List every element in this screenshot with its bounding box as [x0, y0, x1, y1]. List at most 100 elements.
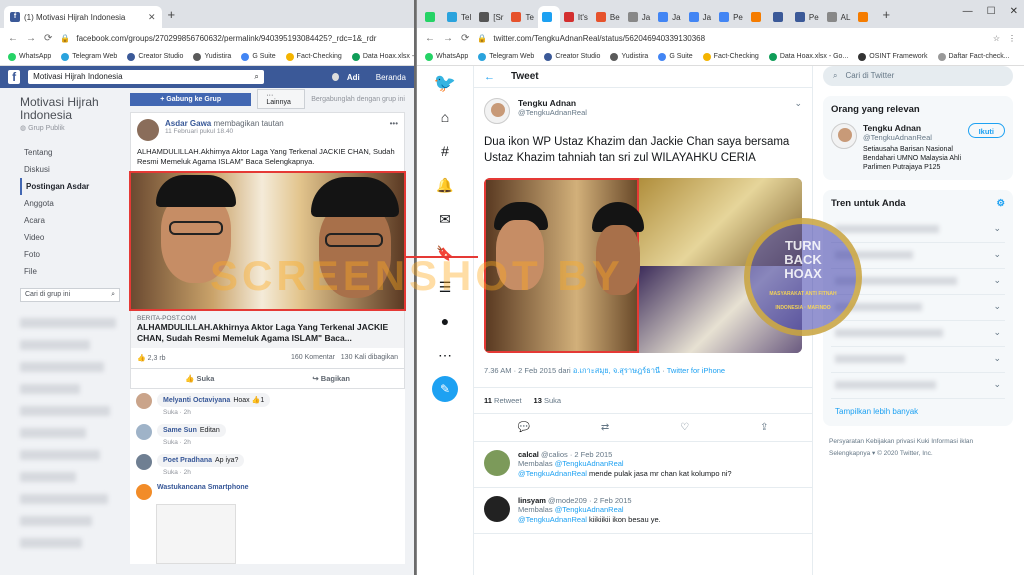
- browser-tab[interactable]: [421, 6, 443, 28]
- share-button[interactable]: ↪ Bagikan: [312, 374, 350, 383]
- browser-tab[interactable]: Te: [507, 6, 537, 28]
- forward-icon[interactable]: →: [26, 33, 36, 44]
- reply-handle[interactable]: @mode209 · 2 Feb 2015: [548, 496, 632, 505]
- bookmark-item[interactable]: Daftar Fact-check...: [937, 52, 1010, 61]
- like-button[interactable]: 👍 Suka: [185, 374, 214, 383]
- bookmark-item[interactable]: Data Hoax.xlsx - Go...: [351, 52, 414, 61]
- bookmark-item[interactable]: WhatsApp: [425, 52, 468, 61]
- reply-to-link[interactable]: @TengkuAdnanReal: [555, 459, 624, 468]
- trend-item[interactable]: ⌄: [831, 217, 1005, 243]
- bookmark-item[interactable]: Yudistira: [610, 52, 648, 61]
- back-icon[interactable]: ←: [425, 33, 435, 44]
- back-arrow-icon[interactable]: ←: [484, 71, 495, 83]
- more-button[interactable]: ··· Lainnya: [257, 89, 306, 109]
- chevron-down-icon[interactable]: ⌄: [794, 98, 802, 124]
- bookmark-item[interactable]: Fact-Checking: [285, 52, 342, 61]
- share-icon[interactable]: ⇪: [760, 422, 768, 433]
- browser-tab[interactable]: [769, 6, 791, 28]
- twitter-footer[interactable]: Persyaratan Kebijakan privasi Kuki Infor…: [823, 426, 1013, 470]
- browser-tab[interactable]: It's: [560, 6, 592, 28]
- bookmark-item[interactable]: Creator Studio: [127, 52, 183, 61]
- relevant-handle[interactable]: @TengkuAdnanReal: [863, 133, 962, 142]
- explore-icon[interactable]: #: [417, 134, 473, 168]
- browser-tab[interactable]: [747, 6, 769, 28]
- bookmark-item[interactable]: Yudistira: [193, 52, 231, 61]
- trend-item[interactable]: ⌄: [831, 373, 1005, 399]
- compose-tweet-button[interactable]: ✎: [432, 376, 458, 402]
- avatar[interactable]: [484, 496, 510, 522]
- group-menu-item[interactable]: Video: [20, 229, 120, 246]
- bookmark-item[interactable]: Creator Studio: [544, 52, 600, 61]
- commenter-name[interactable]: Same Sun: [163, 427, 197, 434]
- new-tab-button[interactable]: +: [162, 7, 182, 22]
- group-menu-item[interactable]: File: [20, 263, 120, 280]
- avatar[interactable]: [136, 484, 152, 500]
- search-icon[interactable]: ⌕: [111, 291, 115, 299]
- chevron-down-icon[interactable]: ⌄: [993, 353, 1001, 364]
- avatar[interactable]: [136, 424, 152, 440]
- back-icon[interactable]: ←: [8, 33, 18, 44]
- group-search-input[interactable]: Cari di grup ini ⌕: [20, 288, 120, 302]
- group-menu-item[interactable]: Diskusi: [20, 161, 120, 178]
- heart-icon[interactable]: ♡: [680, 422, 689, 433]
- post-image[interactable]: [129, 171, 406, 311]
- comment-meta[interactable]: Suka · 2h: [163, 439, 226, 446]
- search-icon[interactable]: ⌕: [254, 72, 258, 82]
- avatar[interactable]: [331, 73, 339, 81]
- chevron-down-icon[interactable]: ⌄: [993, 301, 1001, 312]
- minimize-icon[interactable]: —: [963, 6, 973, 17]
- mention-link[interactable]: @TengkuAdnanReal: [518, 469, 587, 478]
- bookmark-item[interactable]: G Suite: [241, 52, 276, 61]
- close-window-icon[interactable]: ✕: [1010, 6, 1018, 17]
- twitter-logo-icon[interactable]: 🐦: [417, 66, 473, 100]
- bookmark-item[interactable]: Fact-Checking: [702, 52, 759, 61]
- url-field[interactable]: 🔒 facebook.com/groups/270299856760632/per…: [60, 34, 406, 43]
- commenter-name[interactable]: Melyanti Octaviyana: [163, 397, 230, 404]
- twitter-search-input[interactable]: ⌕ Cari di Twitter: [823, 66, 1013, 86]
- retweet-icon[interactable]: ⇄: [601, 422, 609, 433]
- author-handle[interactable]: @TengkuAdnanReal: [518, 108, 587, 117]
- new-tab-button[interactable]: +: [876, 7, 896, 22]
- chevron-down-icon[interactable]: ⌄: [993, 275, 1001, 286]
- tab-facebook[interactable]: f (1) Motivasi Hijrah Indonesia ✕: [4, 6, 162, 28]
- retweet-count[interactable]: 11 Retweet: [484, 396, 522, 405]
- reload-icon[interactable]: ⟳: [461, 33, 469, 44]
- more-icon[interactable]: ⋯: [417, 338, 473, 372]
- chevron-down-icon[interactable]: ⌄: [993, 223, 1001, 234]
- trend-item[interactable]: ⌄: [831, 321, 1005, 347]
- bookmark-item[interactable]: Telegram Web: [478, 52, 534, 61]
- avatar[interactable]: [136, 393, 152, 409]
- group-menu-item[interactable]: Tentang: [20, 144, 120, 161]
- close-icon[interactable]: ✕: [148, 12, 156, 23]
- home-icon[interactable]: ⌂: [417, 100, 473, 134]
- browser-tab[interactable]: Tel: [443, 6, 475, 28]
- reply-author[interactable]: calcal: [518, 450, 539, 459]
- group-menu-item[interactable]: Acara: [20, 212, 120, 229]
- browser-tab[interactable]: Pe: [791, 6, 823, 28]
- like-count[interactable]: 13 Suka: [534, 396, 562, 405]
- trend-item[interactable]: ⌄: [831, 347, 1005, 373]
- author-name[interactable]: Tengku Adnan: [518, 98, 587, 108]
- facebook-logo-icon[interactable]: f: [8, 70, 21, 84]
- post-time[interactable]: 11 Februari pukul 18.40: [165, 128, 284, 135]
- avatar[interactable]: [484, 450, 510, 476]
- group-menu-item[interactable]: Foto: [20, 246, 120, 263]
- tweet-photo-1[interactable]: [484, 178, 644, 353]
- avatar[interactable]: [137, 119, 159, 141]
- star-icon[interactable]: ☆: [993, 34, 1000, 43]
- group-menu-item[interactable]: Anggota: [20, 195, 120, 212]
- bookmark-item[interactable]: Telegram Web: [61, 52, 117, 61]
- bookmark-item[interactable]: OSINT Framework: [858, 52, 928, 61]
- reply-to-link[interactable]: @TengkuAdnanReal: [555, 505, 624, 514]
- browser-tab[interactable]: Ja: [624, 6, 654, 28]
- tweet-place[interactable]: อ.เกาะสมุย, จ.สุราษฎร์ธานี: [573, 366, 660, 375]
- bookmark-item[interactable]: WhatsApp: [8, 52, 51, 61]
- avatar[interactable]: [484, 98, 510, 124]
- group-name[interactable]: Motivasi Hijrah Indonesia: [20, 96, 120, 122]
- lists-icon[interactable]: ☰: [417, 270, 473, 304]
- comment-count[interactable]: 160 Komentar: [291, 354, 335, 361]
- comment-image[interactable]: [156, 504, 236, 564]
- url-field[interactable]: 🔒 twitter.com/TengkuAdnanReal/status/5620…: [477, 34, 984, 43]
- reload-icon[interactable]: ⟳: [44, 33, 52, 44]
- avatar[interactable]: [136, 454, 152, 470]
